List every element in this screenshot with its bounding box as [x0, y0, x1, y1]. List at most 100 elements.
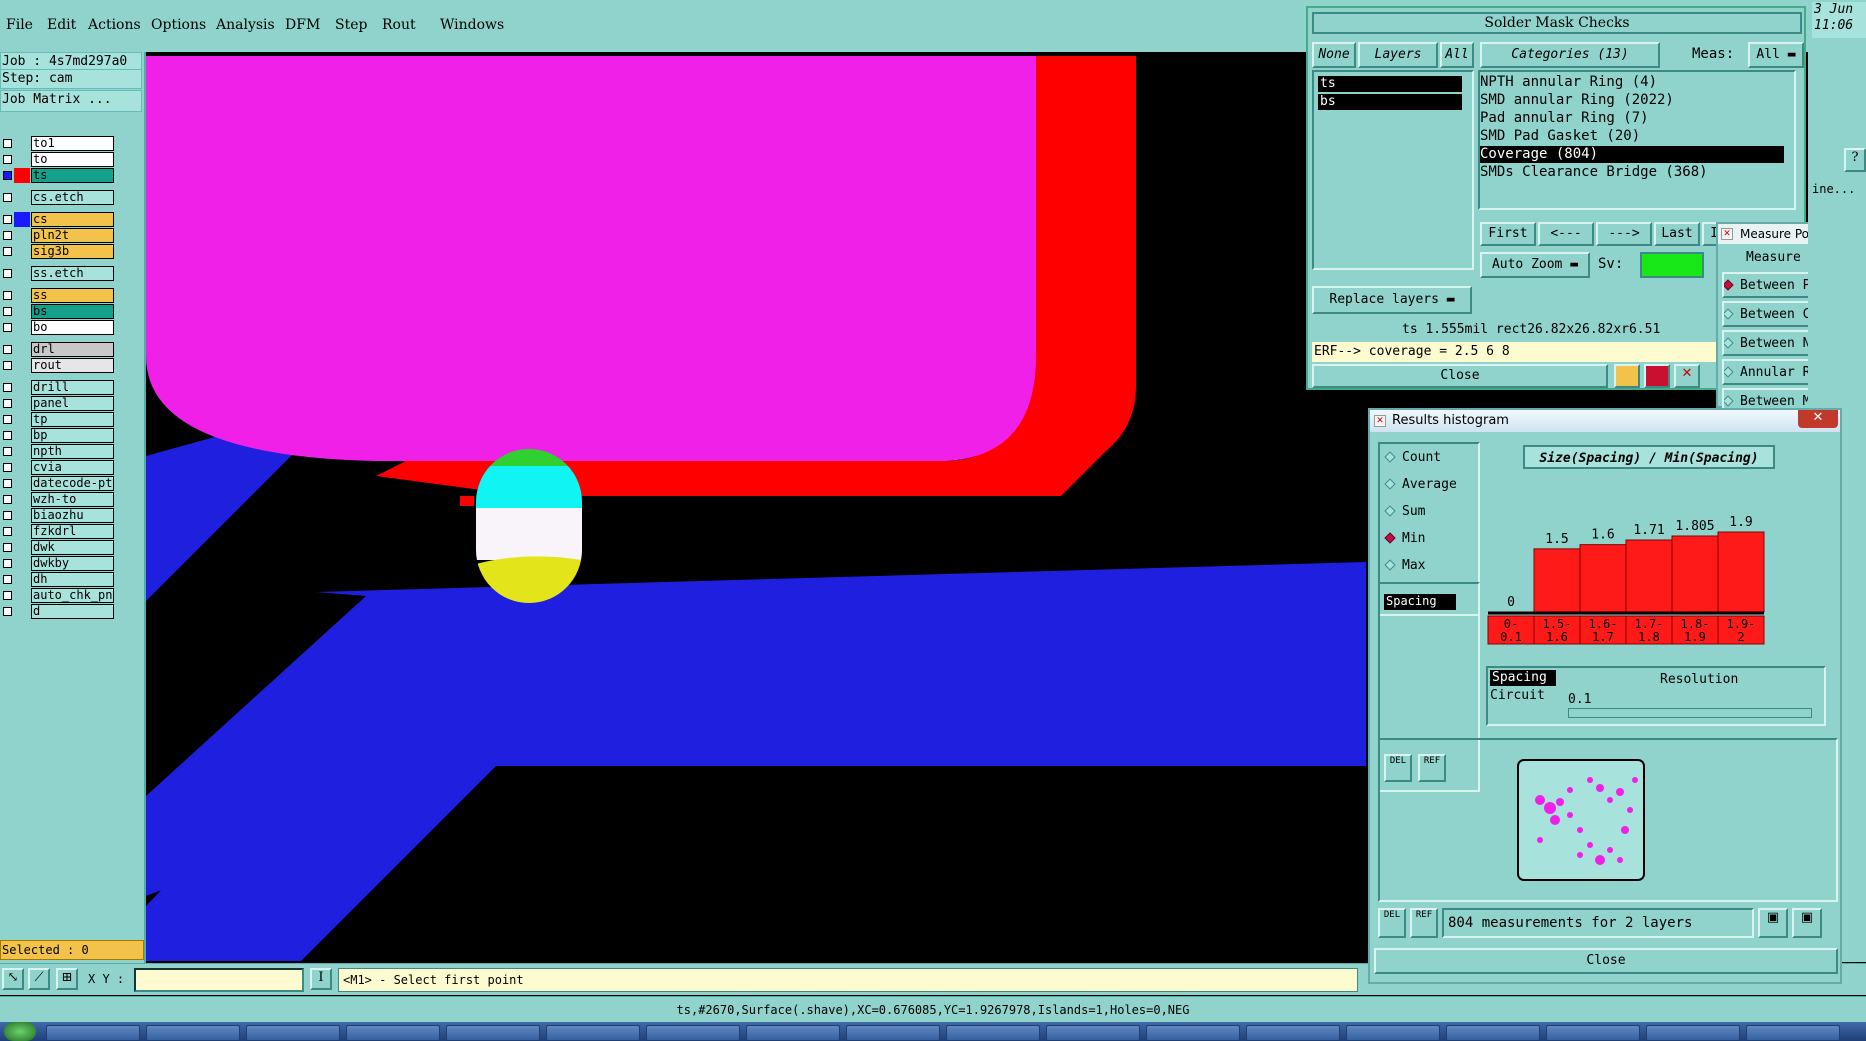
taskbar-item[interactable]: [1746, 1025, 1840, 1041]
window-close-icon[interactable]: ✕: [1798, 410, 1838, 428]
layer-checkbox[interactable]: [3, 559, 12, 568]
hist-ref-button[interactable]: REF: [1410, 908, 1438, 938]
layer-checkbox[interactable]: [3, 575, 12, 584]
menu-step[interactable]: Step: [335, 17, 367, 33]
layer-row-rout[interactable]: rout: [0, 358, 116, 373]
replace-layers-dropdown[interactable]: Replace layers ▬: [1312, 286, 1472, 314]
layer-checkbox[interactable]: [3, 591, 12, 600]
taskbar-item[interactable]: [346, 1025, 440, 1041]
export-icon[interactable]: ▣: [1758, 908, 1788, 938]
layer-checkbox[interactable]: [3, 215, 12, 224]
layer-checkbox[interactable]: [3, 495, 12, 504]
last-button[interactable]: Last: [1654, 222, 1700, 246]
layers-all-button[interactable]: All: [1440, 42, 1474, 68]
job-matrix-button[interactable]: Job Matrix ...: [0, 90, 142, 112]
alert-icon[interactable]: [1614, 364, 1640, 388]
layer-row-dwk[interactable]: dwk: [0, 540, 116, 555]
taskbar-item[interactable]: [1546, 1025, 1640, 1041]
stat-option-min[interactable]: Min: [1384, 531, 1425, 546]
layer-checkbox[interactable]: [3, 323, 12, 332]
layer-row-auto_chk_pn[interactable]: auto_chk_pn: [0, 588, 116, 603]
taskbar-item[interactable]: [1346, 1025, 1440, 1041]
menu-file[interactable]: File: [6, 17, 33, 33]
layer-checkbox[interactable]: [3, 291, 12, 300]
solder-layer-item[interactable]: bs: [1318, 94, 1462, 110]
hist-close-button[interactable]: Close: [1374, 948, 1838, 974]
taskbar-item[interactable]: [1646, 1025, 1740, 1041]
layer-row-dh[interactable]: dh: [0, 572, 116, 587]
solder-close-button[interactable]: Close: [1312, 364, 1608, 388]
text-cursor-button[interactable]: I: [310, 968, 332, 990]
layer-row-ts[interactable]: ts: [0, 168, 116, 183]
categories-button[interactable]: Categories (13): [1480, 42, 1660, 68]
layer-checkbox[interactable]: [3, 431, 12, 440]
measure-tool-button[interactable]: ⟋: [28, 968, 50, 990]
taskbar-item[interactable]: [1146, 1025, 1240, 1041]
layer-row-cvia[interactable]: cvia: [0, 460, 116, 475]
hist-del-button[interactable]: DEL: [1378, 908, 1406, 938]
solder-layer-item[interactable]: ts: [1318, 76, 1462, 92]
category-item[interactable]: SMD Pad Gasket (20): [1480, 128, 1784, 145]
layer-checkbox[interactable]: [3, 193, 12, 202]
layer-row-biaozhu[interactable]: biaozhu: [0, 508, 116, 523]
layer-checkbox[interactable]: [3, 511, 12, 520]
layer-row-drl[interactable]: drl: [0, 342, 116, 357]
layer-row-tp[interactable]: tp: [0, 412, 116, 427]
layer-checkbox[interactable]: [3, 171, 12, 180]
stat-option-max[interactable]: Max: [1384, 558, 1425, 573]
resolution-slider[interactable]: [1568, 708, 1812, 718]
layer-checkbox[interactable]: [3, 399, 12, 408]
layer-row-panel[interactable]: panel: [0, 396, 116, 411]
layer-row-bp[interactable]: bp: [0, 428, 116, 443]
hist-bar[interactable]: [1717, 531, 1765, 613]
layer-row-d[interactable]: d: [0, 604, 116, 619]
grid-tool-button[interactable]: ⊞: [56, 968, 78, 990]
category-item[interactable]: SMD annular Ring (2022): [1480, 92, 1784, 109]
layer-row-dwkby[interactable]: dwkby: [0, 556, 116, 571]
taskbar-item[interactable]: [746, 1025, 840, 1041]
layer-row-datecode-pt[interactable]: datecode-pt: [0, 476, 116, 491]
spacing-list-item[interactable]: Spacing: [1384, 594, 1456, 610]
sv-color-dropdown[interactable]: [1640, 252, 1704, 278]
menu-dfm[interactable]: DFM: [285, 17, 320, 33]
circuit-circuit-item[interactable]: Circuit: [1490, 688, 1545, 703]
stat-option-sum[interactable]: Sum: [1384, 504, 1425, 519]
layer-checkbox[interactable]: [3, 479, 12, 488]
stat-option-count[interactable]: Count: [1384, 450, 1441, 465]
menu-windows[interactable]: Windows: [440, 17, 504, 33]
layer-checkbox[interactable]: [3, 527, 12, 536]
layer-row-pln2t[interactable]: pln2t: [0, 228, 116, 243]
layer-checkbox[interactable]: [3, 307, 12, 316]
histogram-chart[interactable]: Size(Spacing) / Min(Spacing) 0 0-0.1 1.5 1.5…: [1484, 442, 1836, 652]
layer-checkbox[interactable]: [3, 463, 12, 472]
layer-checkbox[interactable]: [3, 447, 12, 456]
taskbar-item[interactable]: [1046, 1025, 1140, 1041]
layer-checkbox[interactable]: [3, 543, 12, 552]
layer-row-fzkdrl[interactable]: fzkdrl: [0, 524, 116, 539]
layer-checkbox[interactable]: [3, 155, 12, 164]
taskbar-item[interactable]: [646, 1025, 740, 1041]
xy-input[interactable]: [134, 968, 304, 992]
layer-row-sig3b[interactable]: sig3b: [0, 244, 116, 259]
report-icon[interactable]: ▣: [1792, 908, 1822, 938]
menu-actions[interactable]: Actions: [88, 17, 141, 33]
layer-row-bs[interactable]: bs: [0, 304, 116, 319]
layer-row-ss[interactable]: ss: [0, 288, 116, 303]
taskbar-item[interactable]: [1446, 1025, 1540, 1041]
layer-row-drill[interactable]: drill: [0, 380, 116, 395]
hist-bar[interactable]: [1533, 548, 1581, 613]
layer-checkbox[interactable]: [3, 139, 12, 148]
taskbar-item[interactable]: [146, 1025, 240, 1041]
layer-row-to1[interactable]: to1: [0, 136, 116, 151]
layers-header-button[interactable]: Layers: [1358, 42, 1438, 68]
layer-checkbox[interactable]: [3, 415, 12, 424]
layer-row-cs.etch[interactable]: cs.etch: [0, 190, 116, 205]
graphic-canvas[interactable]: [146, 56, 1366, 962]
layer-row-wzh-to[interactable]: wzh-to: [0, 492, 116, 507]
taskbar-item[interactable]: [46, 1025, 140, 1041]
layers-none-button[interactable]: None: [1312, 42, 1356, 68]
category-item[interactable]: NPTH annular Ring (4): [1480, 74, 1784, 91]
circuit-spacing-item[interactable]: Spacing: [1490, 670, 1556, 686]
taskbar-item[interactable]: [546, 1025, 640, 1041]
layer-checkbox[interactable]: [3, 383, 12, 392]
